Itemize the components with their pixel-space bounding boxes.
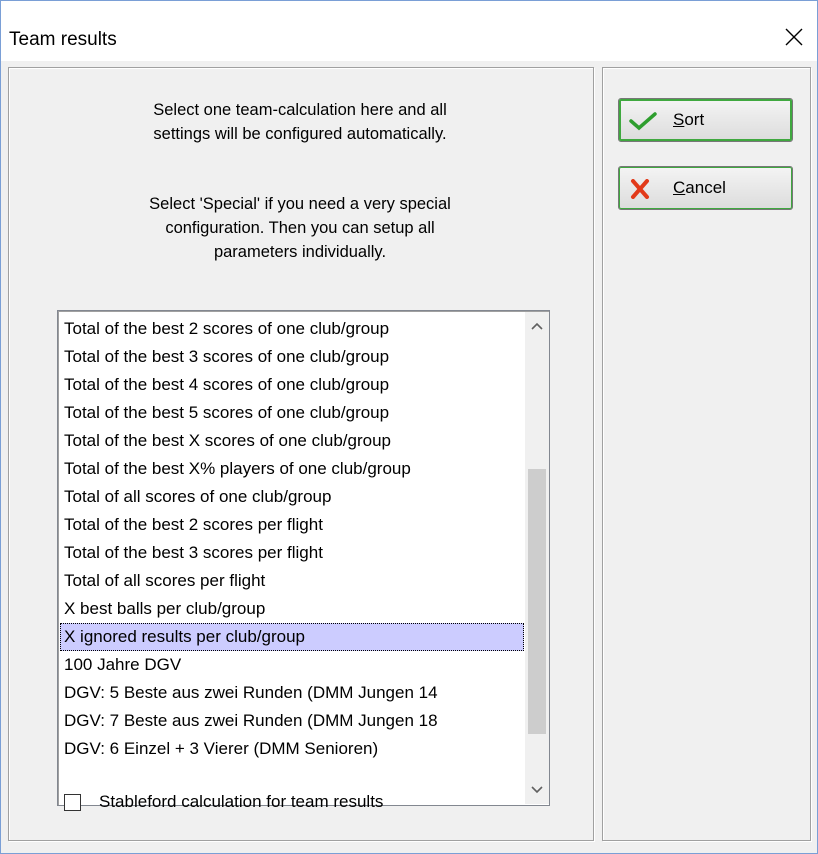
list-item[interactable]: DGV: 7 Beste aus zwei Runden (DMM Jungen… xyxy=(60,707,524,735)
cancel-button[interactable]: Cancel xyxy=(618,166,793,210)
list-item[interactable]: DGV: 5 Beste aus zwei Runden (DMM Jungen… xyxy=(60,679,524,707)
list-item[interactable]: Total of the best 2 scores of one club/g… xyxy=(60,315,524,343)
list-item-selected[interactable]: X ignored results per club/group xyxy=(60,623,524,651)
info-line: settings will be configured automaticall… xyxy=(153,125,447,143)
list-item[interactable]: X best balls per club/group xyxy=(60,595,524,623)
chevron-up-icon xyxy=(531,322,543,330)
list-items: Total of the best 2 scores of one club/g… xyxy=(60,315,524,803)
team-results-dialog: Team results Select one team-calculation… xyxy=(0,0,818,854)
x-mark-icon xyxy=(631,179,649,199)
checkmark-icon xyxy=(629,112,657,131)
title-bar: Team results xyxy=(1,1,817,61)
list-item[interactable]: Total of the best 5 scores of one club/g… xyxy=(60,399,524,427)
info-text-2: Select 'Special' if you need a very spec… xyxy=(69,192,531,264)
stableford-label: Stableford calculation for team results xyxy=(99,792,384,811)
scroll-thumb[interactable] xyxy=(528,469,546,734)
sort-button[interactable]: Sort xyxy=(618,98,793,142)
window-title: Team results xyxy=(9,29,117,50)
scroll-down-button[interactable] xyxy=(525,776,549,804)
list-scrollbar[interactable] xyxy=(525,312,549,804)
list-item[interactable]: Total of the best 3 scores of one club/g… xyxy=(60,343,524,371)
list-item[interactable]: Total of the best 3 scores per flight xyxy=(60,539,524,567)
stableford-checkbox[interactable] xyxy=(64,793,81,811)
close-icon xyxy=(785,28,803,46)
list-item[interactable]: DGV: 6 Einzel + 3 Vierer (DMM Senioren) xyxy=(60,735,524,763)
list-item[interactable]: Total of the best 4 scores of one club/g… xyxy=(60,371,524,399)
info-line: parameters individually. xyxy=(213,243,387,261)
list-item[interactable]: Total of the best X scores of one club/g… xyxy=(60,427,524,455)
cancel-accelerator: C xyxy=(673,178,686,197)
actions-panel: Sort Cancel xyxy=(602,67,811,841)
list-item[interactable]: Total of all scores of one club/group xyxy=(60,483,524,511)
list-item[interactable]: Total of the best X% players of one club… xyxy=(60,455,524,483)
scroll-up-button[interactable] xyxy=(525,312,549,340)
chevron-down-icon xyxy=(531,786,543,794)
info-line: Select 'Special' if you need a very spec… xyxy=(149,195,451,213)
stableford-option[interactable]: Stableford calculation for team results xyxy=(64,790,383,814)
cancel-label-rest: ancel xyxy=(685,178,726,197)
cancel-label: Cancel xyxy=(673,178,726,198)
list-item[interactable]: Total of all scores per flight xyxy=(60,567,524,595)
sort-label-rest: ort xyxy=(684,110,705,129)
team-calculation-list[interactable]: Total of the best 2 scores of one club/g… xyxy=(57,310,550,806)
info-text-1: Select one team-calculation here and all… xyxy=(69,98,531,146)
info-line: configuration. Then you can setup all xyxy=(165,219,435,237)
close-button[interactable] xyxy=(771,17,817,61)
sort-accelerator: S xyxy=(673,110,685,129)
list-item[interactable]: 100 Jahre DGV xyxy=(60,651,524,679)
info-line: Select one team-calculation here and all xyxy=(153,101,447,119)
sort-label: Sort xyxy=(673,110,704,130)
list-item[interactable]: Total of the best 2 scores per flight xyxy=(60,511,524,539)
settings-panel: Select one team-calculation here and all… xyxy=(8,67,594,841)
